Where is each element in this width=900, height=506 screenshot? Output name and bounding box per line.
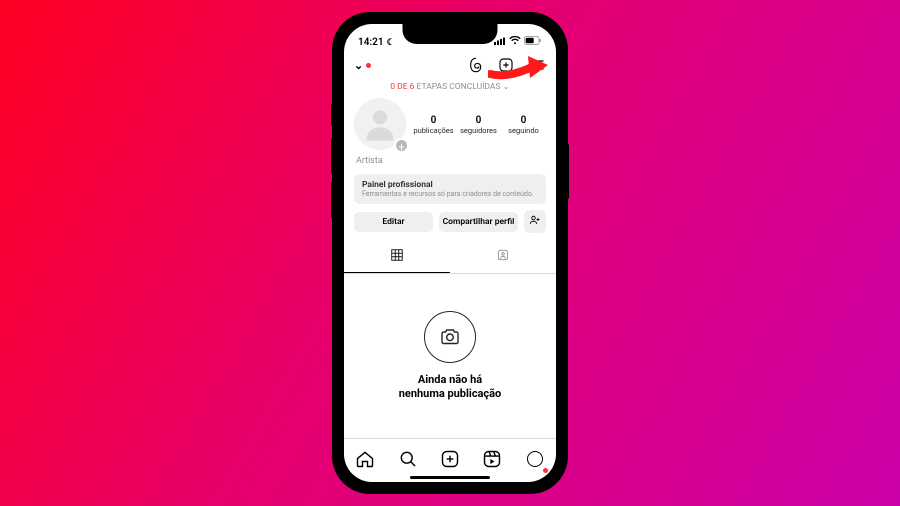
nav-reels[interactable]: [480, 449, 504, 473]
hamburger-menu-icon[interactable]: [528, 57, 546, 73]
steps-progress: 0 DE 6: [390, 82, 414, 92]
empty-text-line2: nenhuma publicação: [399, 387, 502, 401]
chevron-down-icon: ⌄: [354, 59, 363, 72]
tab-grid[interactable]: [344, 241, 450, 273]
followers-stat[interactable]: 0 seguidores: [456, 115, 501, 135]
steps-label: ETAPAS CONCLUÍDAS: [414, 82, 500, 92]
tab-tagged[interactable]: [450, 241, 556, 273]
chevron-down-icon: ⌄: [503, 82, 510, 92]
status-time: 14:21: [358, 37, 384, 48]
profile-header: ⌄: [344, 50, 556, 80]
profile-avatar[interactable]: +: [354, 98, 408, 152]
profile-stats-row: + 0 publicações 0 seguidores 0 seguindo: [344, 98, 556, 152]
bio-category: Artista: [344, 152, 556, 174]
wifi-icon: [509, 36, 521, 48]
battery-icon: [524, 36, 542, 48]
notification-dot-icon: [366, 63, 371, 68]
nav-home[interactable]: [353, 449, 377, 473]
nav-profile[interactable]: [523, 449, 547, 473]
threads-icon[interactable]: [468, 57, 484, 73]
profile-action-row: Editar Compartilhar perfil: [344, 210, 556, 241]
dnd-moon-icon: ☾: [387, 38, 395, 48]
add-story-plus-icon[interactable]: +: [394, 138, 409, 153]
professional-dashboard-card[interactable]: Painel profissional Ferramentas e recurs…: [354, 174, 546, 204]
posts-stat[interactable]: 0 publicações: [411, 115, 456, 135]
camera-icon: [424, 311, 476, 363]
edit-profile-button[interactable]: Editar: [354, 212, 433, 232]
share-profile-button[interactable]: Compartilhar perfil: [439, 212, 518, 232]
pro-panel-subtitle: Ferramentas e recursos só para criadores…: [362, 190, 538, 198]
empty-text-line1: Ainda não há: [399, 373, 502, 387]
phone-notch: [403, 24, 498, 44]
phone-frame: 14:21 ☾ ⌄: [334, 14, 566, 492]
username-dropdown[interactable]: ⌄: [354, 59, 371, 72]
create-post-icon[interactable]: [498, 57, 514, 73]
empty-posts-state: Ainda não há nenhuma publicação: [344, 274, 556, 438]
nav-create[interactable]: [438, 449, 462, 473]
home-indicator: [410, 476, 490, 479]
phone-screen: 14:21 ☾ ⌄: [344, 24, 556, 482]
cellular-icon: [494, 37, 506, 48]
nav-search[interactable]: [396, 449, 420, 473]
discover-people-button[interactable]: [524, 210, 546, 233]
following-stat[interactable]: 0 seguindo: [501, 115, 546, 135]
notification-dot-icon: [543, 468, 548, 473]
onboarding-steps-banner[interactable]: 0 DE 6 ETAPAS CONCLUÍDAS ⌄: [344, 80, 556, 98]
pro-panel-title: Painel profissional: [362, 180, 538, 190]
profile-tabs: [344, 241, 556, 274]
